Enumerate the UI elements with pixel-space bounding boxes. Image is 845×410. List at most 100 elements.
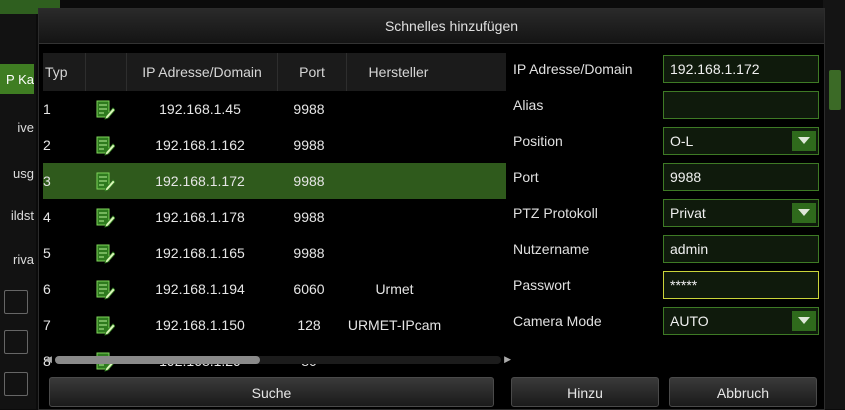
row-ip: 192.168.1.45 [159,101,241,117]
ptz-label: PTZ Protokoll [513,205,598,221]
row-edit-icon-cell [85,170,125,193]
row-ip: 192.168.1.162 [155,137,245,153]
row-ip: 192.168.1.194 [155,281,245,297]
row-ip: 192.168.1.150 [155,317,245,333]
form-row-password: Passwort ***** [509,269,821,305]
dialog-title-bar: Schnelles hinzufügen [39,9,824,44]
chevron-down-icon[interactable] [792,131,816,151]
edit-icon[interactable] [95,208,116,228]
edit-icon[interactable] [95,136,116,156]
device-table: Typ IP Adresse/Domain Port Hersteller 11… [43,53,506,372]
table-row[interactable]: 6 192.168.1.194 6060 Urmet [43,271,506,307]
row-number: 7 [43,317,51,333]
camera-mode-value: AUTO [670,313,709,329]
camera-mode-label: Camera Mode [513,313,602,329]
row-manufacturer: URMET-IPcam [347,317,442,333]
table-row[interactable]: 5 192.168.1.165 9988 [43,235,506,271]
row-number: 1 [43,101,51,117]
form-row-ptz: PTZ Protokoll Privat [509,197,821,233]
row-port: 9988 [293,209,325,225]
ip-field[interactable]: 192.168.1.172 [663,55,819,83]
background-tab-3[interactable]: usg [0,158,34,188]
table-row[interactable]: 4 192.168.1.178 9988 [43,199,506,235]
row-port: 6060 [293,281,325,297]
background-tab-1[interactable]: P Ka [0,64,34,94]
ptz-select[interactable]: Privat [663,199,819,227]
cancel-button[interactable]: Abbruch [669,377,817,407]
camera-mode-select[interactable]: AUTO [663,307,819,335]
password-label: Passwort [513,277,571,293]
search-button[interactable]: Suche [49,377,494,407]
add-button[interactable]: Hinzu [511,377,659,407]
edit-icon[interactable] [95,172,116,192]
position-select[interactable]: O-L [663,127,819,155]
form-row-alias: Alias [509,89,821,125]
edit-icon[interactable] [95,100,116,120]
row-edit-icon-cell [85,206,125,229]
edit-icon[interactable] [95,244,116,264]
row-port: 9988 [293,137,325,153]
background-tab-2[interactable]: ive [0,112,34,142]
row-edit-icon-cell [85,278,125,301]
row-port: 128 [297,317,321,333]
row-number: 3 [43,173,51,189]
table-row[interactable]: 1 192.168.1.45 9988 [43,91,506,127]
header-port[interactable]: Port [278,53,347,91]
username-label: Nutzername [513,241,590,257]
table-row[interactable]: 7 192.168.1.150 128 URMET-IPcam [43,307,506,343]
background-scroll-thumb[interactable] [829,70,841,110]
device-form: IP Adresse/Domain 192.168.1.172 Alias Po… [509,53,821,341]
edit-icon[interactable] [95,280,116,300]
dialog-title: Schnelles hinzufügen [384,18,519,34]
background-gear-icon[interactable] [4,290,28,314]
form-row-ip: IP Adresse/Domain 192.168.1.172 [509,53,821,89]
quick-add-dialog: Schnelles hinzufügen Typ IP Adresse/Doma… [38,8,825,410]
table-horizontal-scrollbar[interactable]: ◀ ▶ [45,354,511,364]
password-field[interactable]: ***** [663,271,819,299]
table-header: Typ IP Adresse/Domain Port Hersteller [43,53,506,91]
row-edit-icon-cell [85,242,125,265]
username-field[interactable]: admin [663,235,819,263]
background-tab-5[interactable]: riva [0,244,34,274]
background-network-icon[interactable] [4,330,28,354]
form-row-username: Nutzername admin [509,233,821,269]
row-edit-icon-cell [85,98,125,121]
table-body: 1 192.168.1.45 9988 2 192.168.1.162 9988 3 192.… [43,91,506,379]
position-value: O-L [670,133,694,149]
form-row-port: Port 9988 [509,161,821,197]
alias-label: Alias [513,97,544,113]
form-row-position: Position O-L [509,125,821,161]
background-sidebar: P Ka ive usg ildst riva [0,0,60,409]
header-ip[interactable]: IP Adresse/Domain [127,53,278,91]
port-field[interactable]: 9988 [663,163,819,191]
row-ip: 192.168.1.178 [155,209,245,225]
ip-label: IP Adresse/Domain [513,61,633,77]
form-row-camera-mode: Camera Mode AUTO [509,305,821,341]
row-manufacturer: Urmet [375,281,414,297]
header-typ[interactable]: Typ [43,53,86,91]
row-edit-icon-cell [85,314,125,337]
scroll-left-arrow-icon[interactable]: ◀ [45,354,52,365]
header-manufacturer[interactable]: Hersteller [347,53,450,91]
header-icon [86,53,127,91]
row-ip: 192.168.1.172 [155,173,245,189]
row-port: 9988 [293,101,325,117]
edit-icon[interactable] [95,316,116,336]
port-label: Port [513,169,539,185]
row-ip: 192.168.1.165 [155,245,245,261]
alias-field[interactable] [663,91,819,119]
background-right-panel [823,0,845,409]
background-tab-4[interactable]: ildst [0,200,34,230]
row-port: 9988 [293,173,325,189]
scrollbar-thumb[interactable] [55,356,261,364]
table-row[interactable]: 2 192.168.1.162 9988 [43,127,506,163]
scroll-right-arrow-icon[interactable]: ▶ [504,354,511,365]
table-row[interactable]: 3 192.168.1.172 9988 [43,163,506,199]
row-number: 5 [43,245,51,261]
position-label: Position [513,133,563,149]
row-number: 2 [43,137,51,153]
chevron-down-icon[interactable] [792,311,816,331]
background-tool-icon[interactable] [4,372,28,396]
chevron-down-icon[interactable] [792,203,816,223]
row-number: 6 [43,281,51,297]
